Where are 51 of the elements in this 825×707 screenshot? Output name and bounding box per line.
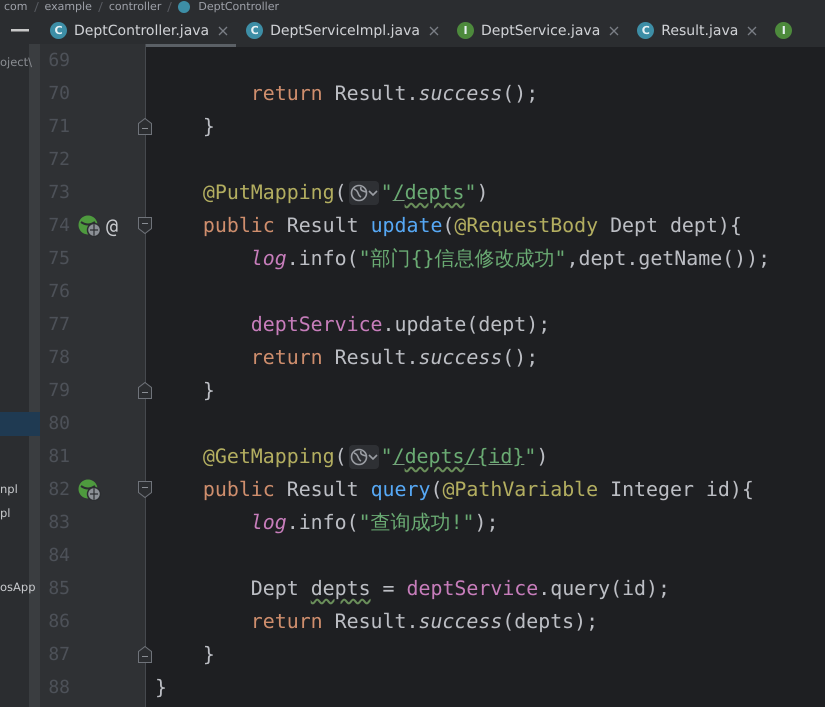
tree-item[interactable]: npl — [0, 477, 40, 501]
fold-marker-icon[interactable] — [138, 382, 152, 399]
fold-marker-icon[interactable] — [138, 646, 152, 663]
code-line: log.info("部门{}信息修改成功",dept.getName()); — [250, 246, 770, 272]
code-line: public Result update(@RequestBody Dept dept){ — [202, 213, 742, 239]
bean-globe-icon — [78, 214, 102, 236]
annotation-marker[interactable]: @ — [106, 214, 118, 238]
close-icon — [428, 26, 439, 36]
code-line: return Result.success(); — [250, 345, 538, 371]
tree-item[interactable]: oject\ — [0, 50, 40, 74]
editor-tab[interactable]: I DeptService.java — [446, 14, 628, 47]
tree-item[interactable]: pl — [0, 501, 40, 525]
close-icon — [747, 26, 758, 36]
fold-marker-icon[interactable] — [138, 481, 152, 498]
class-badge: C — [637, 22, 654, 39]
class-badge: C — [50, 22, 67, 39]
code-line: deptService.update(dept); — [250, 312, 550, 338]
class-badge: C — [246, 22, 264, 39]
class-icon — [178, 1, 190, 13]
interface-badge: I — [775, 22, 792, 39]
code-line: } — [202, 114, 215, 140]
globe-icon — [350, 184, 368, 202]
breadcrumb-item[interactable]: example — [44, 0, 92, 14]
breadcrumb-item[interactable]: controller — [108, 0, 162, 14]
fold-marker-icon[interactable] — [138, 217, 152, 234]
code-line: public Result query(@PathVariable Integer id){ — [202, 477, 754, 503]
code-line: Dept depts = deptService.query(id); — [250, 576, 670, 602]
code-line: } — [202, 642, 215, 668]
code-line: @GetMapping( "/depts/{id}") — [202, 444, 548, 470]
close-icon — [218, 26, 228, 36]
code-line: return Result.success(depts); — [250, 609, 598, 635]
breadcrumb-item[interactable]: DeptController — [198, 0, 279, 14]
chevron-down-icon — [368, 190, 378, 196]
breadcrumb-item[interactable]: com — [4, 0, 28, 14]
url-chip[interactable] — [348, 444, 379, 468]
code-line: return Result.success(); — [250, 81, 538, 107]
editor-tab[interactable]: I — [765, 14, 800, 47]
code-line: } — [155, 675, 167, 701]
editor-tab[interactable]: C Result.java — [627, 14, 766, 47]
editor-tab[interactable]: C DeptServiceImpl.java — [236, 14, 447, 47]
url-chip[interactable] — [348, 180, 379, 204]
chevron-down-icon — [368, 454, 378, 460]
globe-icon — [350, 448, 368, 466]
interface-badge: I — [456, 22, 474, 39]
tree-item[interactable]: osApp — [0, 575, 40, 599]
bean-globe-icon — [78, 478, 102, 500]
code-line: @PutMapping( "/depts") — [202, 180, 488, 206]
code-line: } — [202, 378, 215, 404]
code-line: log.info("查询成功!"); — [250, 510, 498, 536]
close-icon — [609, 26, 620, 36]
fold-marker-icon[interactable] — [138, 118, 152, 135]
